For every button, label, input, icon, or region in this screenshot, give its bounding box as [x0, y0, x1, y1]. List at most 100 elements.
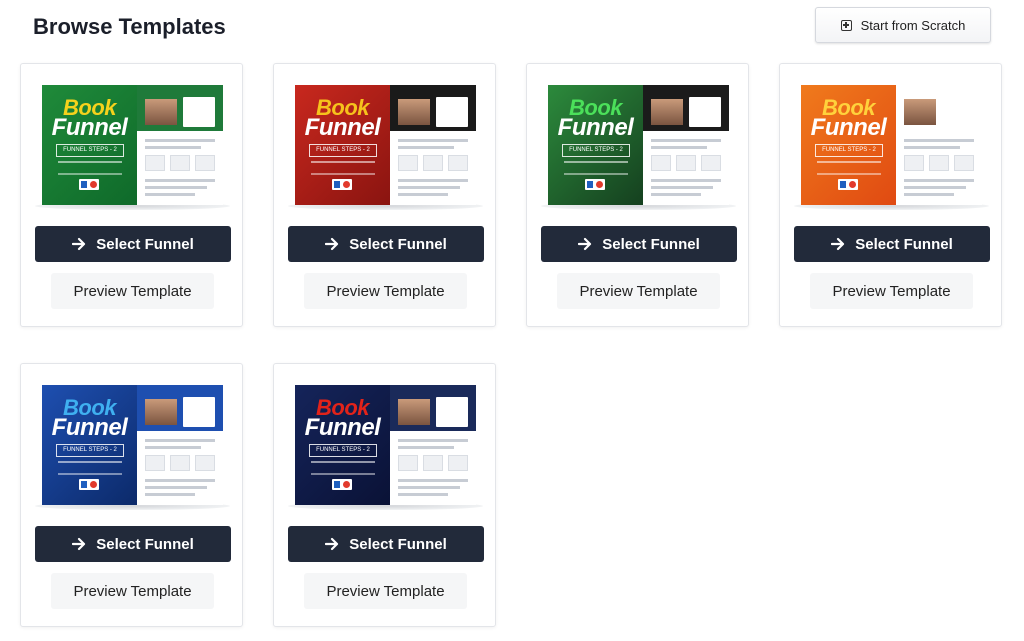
book-logo-icon [585, 179, 605, 190]
template-thumbnail[interactable]: Book Funnel FUNNEL STEPS - 2 [548, 85, 729, 205]
select-funnel-button[interactable]: Select Funnel [35, 226, 231, 262]
arrow-right-icon [72, 237, 86, 251]
thumbnail-steps-label: FUNNEL STEPS - 2 [56, 444, 124, 457]
thumbnail-steps-label: FUNNEL STEPS - 2 [815, 144, 883, 157]
arrow-right-icon [325, 537, 339, 551]
preview-template-button[interactable]: Preview Template [304, 573, 467, 609]
thumbnail-photo [145, 99, 177, 125]
thumbnail-page-preview [137, 85, 223, 205]
thumbnail-feature-box [651, 155, 671, 171]
thumbnail-brand-bottom: Funnel [304, 114, 381, 141]
thumbnail-feature-box [929, 155, 949, 171]
thumbnail-text-line [904, 146, 960, 149]
preview-template-button[interactable]: Preview Template [304, 273, 467, 309]
template-card: Book Funnel FUNNEL STEPS - 2 Select Funn… [273, 63, 496, 327]
thumbnail-brand-bottom: Funnel [51, 114, 128, 141]
template-card: Book Funnel FUNNEL STEPS - 2 Select Funn… [20, 363, 243, 627]
template-thumbnail[interactable]: Book Funnel FUNNEL STEPS - 2 [295, 85, 476, 205]
select-funnel-label: Select Funnel [96, 535, 194, 553]
start-from-scratch-button[interactable]: Start from Scratch [815, 7, 991, 43]
template-card: Book Funnel FUNNEL STEPS - 2 Select Funn… [20, 63, 243, 327]
arrow-right-icon [831, 237, 845, 251]
thumbnail-page-preview [896, 85, 982, 205]
thumbnail-text-line [651, 139, 721, 142]
book-logo-icon [838, 179, 858, 190]
template-thumbnail[interactable]: Book Funnel FUNNEL STEPS - 2 [295, 385, 476, 505]
thumbnail-steps-label: FUNNEL STEPS - 2 [56, 144, 124, 157]
thumbnail-form [689, 97, 721, 127]
thumbnail-text-line [398, 139, 468, 142]
thumbnail-page-preview [390, 385, 476, 505]
thumbnail-blurb-lines [311, 461, 375, 475]
select-funnel-button[interactable]: Select Funnel [288, 526, 484, 562]
thumbnail-form [942, 97, 974, 127]
thumbnail-feature-box [398, 155, 418, 171]
select-funnel-button[interactable]: Select Funnel [288, 226, 484, 262]
thumbnail-text-line [145, 139, 215, 142]
thumbnail-text-line [651, 193, 701, 196]
select-funnel-button[interactable]: Select Funnel [794, 226, 990, 262]
arrow-right-icon [578, 237, 592, 251]
select-funnel-button[interactable]: Select Funnel [541, 226, 737, 262]
thumbnail-photo [398, 399, 430, 425]
thumbnail-text-line [904, 139, 974, 142]
thumbnail-form [183, 97, 215, 127]
thumbnail-brand-bottom: Funnel [810, 114, 887, 141]
select-funnel-label: Select Funnel [349, 535, 447, 553]
template-thumbnail[interactable]: Book Funnel FUNNEL STEPS - 2 [42, 385, 223, 505]
thumbnail-text-line [398, 179, 468, 182]
plus-square-icon [840, 19, 852, 31]
thumbnail-form [436, 397, 468, 427]
thumbnail-blurb-lines [58, 461, 122, 475]
thumbnail-blurb-lines [58, 161, 122, 175]
thumbnail-brand-panel: Book Funnel FUNNEL STEPS - 2 [801, 85, 896, 205]
book-logo-icon [79, 479, 99, 490]
thumbnail-text-line [145, 439, 215, 442]
select-funnel-button[interactable]: Select Funnel [35, 526, 231, 562]
start-from-scratch-label: Start from Scratch [860, 17, 966, 33]
thumbnail-text-line [145, 193, 195, 196]
template-thumbnail[interactable]: Book Funnel FUNNEL STEPS - 2 [801, 85, 982, 205]
thumbnail-text-line [651, 146, 707, 149]
preview-template-button[interactable]: Preview Template [810, 273, 973, 309]
thumbnail-text-line [145, 186, 207, 189]
thumbnail-brand-bottom: Funnel [557, 114, 634, 141]
template-thumbnail[interactable]: Book Funnel FUNNEL STEPS - 2 [42, 85, 223, 205]
book-logo-icon [332, 179, 352, 190]
arrow-right-icon [325, 237, 339, 251]
thumbnail-text-line [398, 446, 454, 449]
thumbnail-page-preview [643, 85, 729, 205]
arrow-right-icon [72, 537, 86, 551]
thumbnail-feature-box [145, 155, 165, 171]
thumbnail-steps-label: FUNNEL STEPS - 2 [309, 444, 377, 457]
thumbnail-brand-bottom: Funnel [304, 414, 381, 441]
thumbnail-text-line [145, 446, 201, 449]
thumbnail-blurb-lines [564, 161, 628, 175]
preview-template-button[interactable]: Preview Template [51, 273, 214, 309]
preview-template-button[interactable]: Preview Template [557, 273, 720, 309]
preview-template-label: Preview Template [579, 282, 698, 300]
thumbnail-blurb-lines [817, 161, 881, 175]
template-card: Book Funnel FUNNEL STEPS - 2 Select Funn… [273, 363, 496, 627]
thumbnail-text-line [398, 486, 460, 489]
thumbnail-feature-box [701, 155, 721, 171]
thumbnail-steps-label: FUNNEL STEPS - 2 [309, 144, 377, 157]
thumbnail-text-line [651, 179, 721, 182]
page-title: Browse Templates [33, 14, 226, 39]
thumbnail-text-line [145, 493, 195, 496]
thumbnail-brand-bottom: Funnel [51, 414, 128, 441]
preview-template-label: Preview Template [832, 282, 951, 300]
thumbnail-steps-label: FUNNEL STEPS - 2 [562, 144, 630, 157]
thumbnail-form [183, 397, 215, 427]
thumbnail-text-line [145, 486, 207, 489]
thumbnail-feature-box [170, 155, 190, 171]
preview-template-button[interactable]: Preview Template [51, 573, 214, 609]
select-funnel-label: Select Funnel [602, 235, 700, 253]
thumbnail-brand-panel: Book Funnel FUNNEL STEPS - 2 [295, 385, 390, 505]
thumbnail-feature-box [904, 155, 924, 171]
thumbnail-feature-box [170, 455, 190, 471]
thumbnail-page-preview [137, 385, 223, 505]
thumbnail-photo [145, 399, 177, 425]
thumbnail-photo [398, 99, 430, 125]
select-funnel-label: Select Funnel [855, 235, 953, 253]
